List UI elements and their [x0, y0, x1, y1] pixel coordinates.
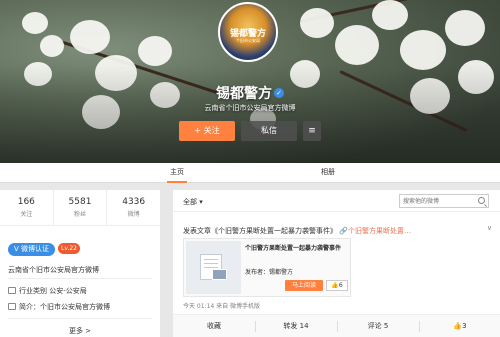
bio-text: 简介：个旧市公安局官方微博 — [19, 303, 110, 311]
stat-following[interactable]: 166 关注 — [0, 190, 54, 225]
stat-number: 4336 — [122, 197, 146, 207]
post-headline: 发表文章《个旧警方果断处置一起暴力袭警事件》 🔗个旧警方果断处置… — [183, 226, 411, 236]
search-icon[interactable] — [478, 197, 485, 204]
follow-button[interactable]: + 关注 — [179, 121, 235, 141]
article-like-button[interactable]: 👍6 — [326, 280, 348, 291]
post-meta: 今天 01:14 来自 微博手机版 — [183, 303, 261, 310]
more-info-link[interactable]: 更多 > — [0, 326, 160, 336]
stat-number: 5581 — [68, 197, 92, 207]
repost-button[interactable]: 转发 14 — [255, 315, 337, 337]
post-headline-text: 发表文章《个旧警方果断处置一起暴力袭警事件》 — [183, 227, 337, 235]
like-count: 3 — [462, 322, 467, 330]
divider — [8, 318, 152, 319]
article-link[interactable]: 🔗个旧警方果断处置… — [339, 227, 411, 235]
divider — [8, 278, 152, 279]
read-now-button[interactable]: 马上阅读 — [285, 280, 323, 291]
link-icon: 🔗 — [339, 227, 348, 235]
feed-filter-bar: 全部 ▾ — [173, 190, 500, 212]
article-author: 发布者：锡都警方 — [245, 269, 294, 276]
article-thumbnail — [186, 241, 241, 294]
badges-row: V 微博认证 Lv.22 — [8, 243, 80, 256]
level-badge[interactable]: Lv.22 — [58, 243, 80, 254]
chevron-down-icon[interactable]: ∨ — [487, 224, 492, 232]
profile-tabbar: 主页 相册 — [0, 163, 500, 183]
profile-sidebar: 166 关注 5581 粉丝 4336 微博 V 微博认证 Lv.22 云南省个旧… — [0, 190, 160, 337]
avatar[interactable]: 锡都警方 个旧市公安局 — [218, 2, 278, 62]
search-input[interactable] — [403, 195, 475, 207]
verified-badge-label: 微博认证 — [21, 245, 50, 253]
more-menu-button[interactable]: ≡ — [303, 121, 321, 141]
thumbs-up-icon: 👍 — [331, 282, 339, 289]
tab-home[interactable]: 主页 — [167, 163, 187, 183]
stat-number: 166 — [17, 197, 35, 207]
favorite-button[interactable]: 收藏 — [173, 315, 255, 337]
comment-button[interactable]: 评论 5 — [337, 315, 419, 337]
tab-album[interactable]: 相册 — [318, 163, 338, 183]
stat-label: 关注 — [20, 211, 33, 218]
industry-info: 行业类别 公安-公安局 — [8, 286, 87, 296]
verified-badge-icon: V — [14, 245, 22, 253]
stats-bar: 166 关注 5581 粉丝 4336 微博 — [0, 190, 160, 226]
filter-all-dropdown[interactable]: 全部 ▾ — [183, 197, 203, 207]
article-title[interactable]: 个旧警方果断处置一起暴力袭警事件 — [245, 244, 349, 253]
stat-label: 微博 — [127, 211, 140, 218]
stat-label: 粉丝 — [74, 211, 87, 218]
stat-followers[interactable]: 5581 粉丝 — [54, 190, 108, 225]
nickname-row: 锡都警方 ✓ — [0, 83, 500, 103]
verified-badge[interactable]: V 微博认证 — [8, 243, 56, 256]
article-like-count: 6 — [338, 282, 343, 289]
post-action-bar: 收藏 转发 14 评论 5 👍3 — [173, 314, 500, 337]
bio-info: 简介：个旧市公安局官方微博 — [8, 302, 110, 312]
thumbs-up-icon: 👍 — [453, 322, 463, 330]
nickname[interactable]: 锡都警方 — [216, 86, 272, 102]
message-button[interactable]: 私信 — [241, 121, 297, 141]
profile-card-icon — [8, 303, 16, 310]
industry-text: 行业类别 公安-公安局 — [19, 287, 87, 295]
article-card[interactable]: 个旧警方果断处置一起暴力袭警事件 发布者：锡都警方 马上阅读 👍6 — [183, 238, 351, 297]
article-link-text: 个旧警方果断处置… — [347, 227, 411, 235]
image-icon — [212, 269, 227, 280]
briefcase-icon — [8, 287, 16, 294]
verified-icon: ✓ — [274, 88, 284, 98]
feed-search — [399, 194, 489, 208]
feed-panel: 全部 ▾ 发表文章《个旧警方果断处置一起暴力袭警事件》 🔗个旧警方果断处置… ∨… — [173, 190, 500, 337]
verification-text: 云南省个旧市公安局官方微博 — [8, 266, 99, 274]
stat-posts[interactable]: 4336 微博 — [107, 190, 160, 225]
profile-intro: 云南省个旧市公安局官方微博 — [204, 104, 296, 112]
like-button[interactable]: 👍3 — [419, 315, 500, 337]
avatar-logo-subtext: 个旧市公安局 — [236, 38, 260, 43]
